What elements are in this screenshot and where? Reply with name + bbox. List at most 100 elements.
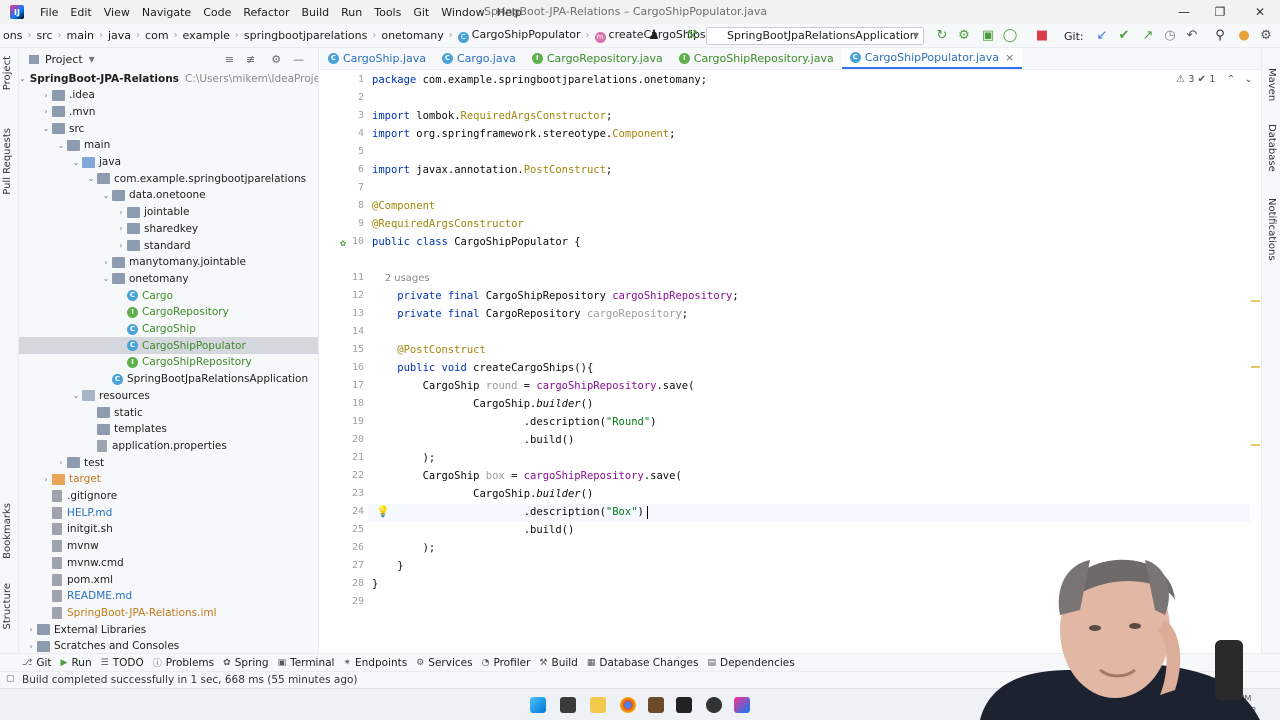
editor-tab[interactable]: I CargoRepository.java [524,48,671,69]
tool-tab-git[interactable]: ⎇ Git [22,657,61,669]
code-line[interactable]: CargoShip.builder() [372,398,593,410]
tree-item[interactable]: ⌄ java [19,154,318,171]
menu-item-window[interactable]: Window [435,6,490,19]
tree-item[interactable]: ⌄ src [19,120,318,137]
tree-item[interactable]: › Scratches and Consoles [19,638,318,653]
tool-tab-services[interactable]: ⚙ Services [416,657,481,669]
breadcrumb-item[interactable]: com [142,29,172,42]
chevron-right-icon[interactable]: › [40,475,52,484]
windows-start-icon[interactable] [530,697,546,713]
user-icon[interactable]: ♟ [646,28,662,44]
chevron-right-icon[interactable]: › [25,642,37,651]
editor-tab[interactable]: I CargoShipRepository.java [671,48,842,69]
spring-bean-gutter-icon[interactable]: ✿ [340,238,346,249]
app-icon[interactable] [648,697,664,713]
chevron-right-icon[interactable]: › [55,458,67,467]
tree-item[interactable]: static [19,404,318,421]
code-line[interactable]: import lombok.RequiredArgsConstructor; [372,110,612,122]
chevron-down-icon[interactable]: ⌄ [70,158,82,167]
file-explorer-icon[interactable] [590,697,606,713]
git-push-icon[interactable]: ↗ [1140,28,1156,44]
chevron-right-icon[interactable]: › [115,208,127,217]
menu-item-view[interactable]: View [98,6,136,19]
chevron-up-icon[interactable]: ⌃ [1227,74,1235,85]
editor-tab[interactable]: C CargoShip.java [320,48,434,69]
tree-item[interactable]: › test [19,454,318,471]
code-line[interactable]: public void createCargoShips(){ [372,362,593,374]
tool-tab-spring[interactable]: ✿ Spring [223,657,277,669]
tree-item[interactable]: ⌄ main [19,137,318,154]
chevron-right-icon[interactable]: › [25,625,37,634]
tool-tab-build[interactable]: ⚒ Build [539,657,586,669]
terminal-icon[interactable] [676,697,692,713]
tool-tab-todo[interactable]: ☰ TODO [101,657,153,669]
tree-item[interactable]: README.md [19,588,318,605]
breadcrumb-item[interactable]: main [64,29,97,42]
git-update-icon[interactable]: ↙ [1094,28,1110,44]
tool-tab-endpoints[interactable]: ✴ Endpoints [343,657,416,669]
tree-item[interactable]: .gitignore [19,488,318,505]
editor-tab[interactable]: C Cargo.java [434,48,524,69]
tree-item[interactable]: ⌄ com.example.springbootjparelations [19,170,318,187]
status-toggle-icon[interactable]: ▢ [6,674,15,684]
tree-item[interactable]: › .idea [19,87,318,104]
tool-tab-dependencies[interactable]: ▤ Dependencies [707,657,803,669]
tool-tab-terminal[interactable]: ▣ Terminal [278,657,344,669]
menu-item-git[interactable]: Git [407,6,435,19]
chevron-down-icon[interactable]: ⌄ [100,274,112,283]
tree-item[interactable]: › jointable [19,204,318,221]
code-line[interactable]: @PostConstruct [372,344,486,356]
tool-tab-maven[interactable]: Maven [1266,68,1277,101]
maximize-icon[interactable]: ❐ [1208,3,1232,21]
editor-tab[interactable]: C CargoShipPopulator.java × [841,48,1023,69]
tree-item[interactable]: I CargoShipRepository [19,354,318,371]
code-line[interactable]: @RequiredArgsConstructor [372,218,524,230]
profile-icon[interactable]: ◯ [1002,28,1018,44]
tree-item[interactable]: C SpringBootJpaRelationsApplication [19,371,318,388]
tree-item[interactable]: SpringBoot-JPA-Relations.iml [19,604,318,621]
tool-tab-pull-requests[interactable]: Pull Requests [2,128,13,195]
code-line[interactable]: package com.example.springbootjparelatio… [372,74,707,86]
chevron-right-icon[interactable]: › [115,224,127,233]
breadcrumb-item[interactable]: src [33,29,55,42]
hide-panel-icon[interactable]: — [293,53,304,66]
code-line[interactable]: CargoShip round = cargoShipRepository.sa… [372,380,695,392]
breadcrumb-item[interactable]: java [105,29,134,42]
code-line[interactable]: .build() [372,524,575,536]
tree-item[interactable]: › standard [19,237,318,254]
git-commit-icon[interactable]: ✔ [1116,28,1132,44]
menu-item-navigate[interactable]: Navigate [136,6,197,19]
breadcrumb-item[interactable]: ons [0,29,25,42]
tree-item[interactable]: › External Libraries [19,621,318,638]
menu-item-file[interactable]: File [34,6,64,19]
tree-item[interactable]: › sharedkey [19,220,318,237]
tool-tab-bookmarks[interactable]: Bookmarks [2,503,13,559]
tree-item[interactable]: application.properties [19,437,318,454]
menu-item-edit[interactable]: Edit [64,6,97,19]
code-line[interactable]: import javax.annotation.PostConstruct; [372,164,612,176]
code-line[interactable]: ); [372,452,436,464]
expand-all-icon[interactable]: ≡ [225,53,234,66]
coverage-icon[interactable]: ▣ [980,28,996,44]
tree-item[interactable]: › target [19,471,318,488]
tool-tab-structure[interactable]: Structure [2,583,13,630]
tree-item[interactable]: templates [19,421,318,438]
chevron-down-icon[interactable]: ⌄ [40,124,52,133]
tree-item[interactable]: HELP.md [19,504,318,521]
tree-item[interactable]: C CargoShip [19,321,318,338]
code-line[interactable]: private final CargoRepository cargoRepos… [372,308,688,320]
tree-item[interactable]: ⌄ onetomany [19,270,318,287]
tool-tab-problems[interactable]: ⓘ Problems [153,656,223,670]
chevron-right-icon[interactable]: › [40,91,52,100]
tree-item[interactable]: C CargoShipPopulator [19,337,318,355]
tree-item[interactable]: mvnw [19,538,318,555]
gear-icon[interactable]: ⚙ [271,53,281,66]
breadcrumb-item[interactable]: example [180,29,233,42]
code-line[interactable]: 2 usages [372,272,430,284]
code-line[interactable]: .build() [372,434,575,446]
close-tab-icon[interactable]: × [1005,51,1014,64]
tool-tab-project[interactable]: Project [2,56,13,90]
chevron-down-icon[interactable]: ⌄ [85,174,97,183]
breadcrumb-item[interactable]: onetomany [378,29,446,42]
lightbulb-icon[interactable]: 💡 [376,505,390,518]
